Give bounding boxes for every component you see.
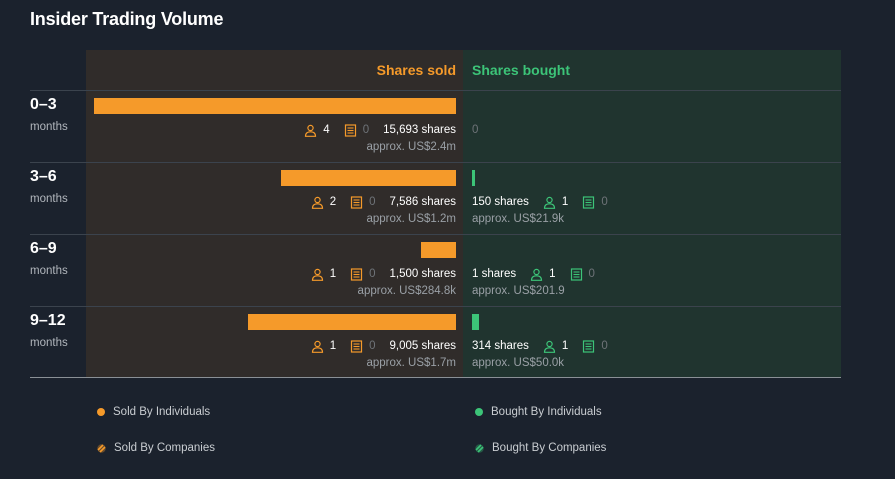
bought-zero: 0 xyxy=(472,124,479,136)
sold-companies-count: 0 xyxy=(369,340,376,352)
sold-companies-count: 0 xyxy=(362,124,370,136)
sold-approx-value: approx. US$2.4m xyxy=(366,141,457,153)
bought-approx-value: approx. US$201.9 xyxy=(472,285,565,297)
sold-shares: 15,693 shares xyxy=(383,124,456,136)
sold-bar xyxy=(94,98,456,114)
period-label: 0–3 xyxy=(30,96,57,113)
sold-approx-value: approx. US$284.8k xyxy=(357,285,456,297)
sold-individuals-count: 1 xyxy=(329,340,337,352)
period-row: 3–6 months 2 0 7,586 shares approx. US$1… xyxy=(30,163,841,235)
shares-bought-header: Shares bought xyxy=(472,62,571,78)
person-icon xyxy=(311,268,324,281)
period-unit: months xyxy=(30,265,68,277)
sold-stats: 4 0 15,693 shares xyxy=(304,122,456,138)
sold-individuals-count: 4 xyxy=(323,124,330,136)
legend-label: Bought By Individuals xyxy=(491,406,602,418)
bought-shares: 314 shares xyxy=(472,340,529,352)
period-unit: months xyxy=(30,193,68,205)
person-icon xyxy=(311,340,324,353)
sold-shares: 1,500 shares xyxy=(389,268,457,280)
sold-bar xyxy=(281,170,456,186)
building-icon xyxy=(570,267,583,281)
insider-trading-chart: Shares sold Shares bought 0–3 months 4 0… xyxy=(30,50,841,378)
period-row: 0–3 months 4 0 15,693 shares approx. US$… xyxy=(30,91,841,163)
sold-shares: 7,586 shares xyxy=(389,196,457,208)
period-unit: months xyxy=(30,121,68,133)
legend-sold-companies[interactable]: Sold By Companies xyxy=(97,442,215,454)
period-row: 6–9 months 1 0 1,500 shares approx. US$2… xyxy=(30,235,841,307)
chart-title: Insider Trading Volume xyxy=(30,9,224,29)
period-label: 9–12 xyxy=(30,312,66,329)
legend-bought-companies[interactable]: Bought By Companies xyxy=(475,442,606,454)
person-icon xyxy=(543,196,556,209)
building-icon xyxy=(350,339,363,353)
person-icon xyxy=(304,124,317,137)
hatched-orange-icon xyxy=(97,443,106,453)
bought-companies-count: 0 xyxy=(601,340,608,352)
sold-stats: 1 0 9,005 shares xyxy=(311,338,456,354)
person-icon xyxy=(530,268,543,281)
bought-stats: 0 xyxy=(472,122,478,138)
building-icon xyxy=(582,339,595,353)
bought-approx-value: approx. US$21.9k xyxy=(472,213,565,225)
legend-sold-individuals[interactable]: Sold By Individuals xyxy=(97,406,210,418)
sold-bar xyxy=(421,242,456,258)
legend-label: Sold By Companies xyxy=(114,442,215,454)
bought-companies-count: 0 xyxy=(588,268,595,280)
bought-stats: 314 shares 1 0 xyxy=(472,338,608,354)
bought-stats: 150 shares 1 0 xyxy=(472,194,608,210)
sold-companies-count: 0 xyxy=(369,196,376,208)
bought-individuals-count: 1 xyxy=(549,268,556,280)
period-unit: months xyxy=(30,337,68,349)
bought-companies-count: 0 xyxy=(601,196,608,208)
sold-companies-count: 0 xyxy=(369,268,376,280)
sold-stats: 1 0 1,500 shares xyxy=(311,266,456,282)
building-icon xyxy=(344,123,357,137)
orange-dot-icon xyxy=(97,408,105,416)
sold-individuals-count: 2 xyxy=(329,196,337,208)
sold-individuals-count: 1 xyxy=(329,268,337,280)
person-icon xyxy=(311,196,324,209)
sold-shares: 9,005 shares xyxy=(389,340,457,352)
building-icon xyxy=(582,195,595,209)
legend-label: Sold By Individuals xyxy=(113,406,211,418)
person-icon xyxy=(543,340,556,353)
sold-approx-value: approx. US$1.2m xyxy=(366,213,457,225)
sold-bar xyxy=(248,314,456,330)
green-dot-icon xyxy=(475,408,483,416)
sold-stats: 2 0 7,586 shares xyxy=(311,194,456,210)
bought-shares: 150 shares xyxy=(472,196,529,208)
sold-approx-value: approx. US$1.7m xyxy=(366,357,457,369)
building-icon xyxy=(350,267,363,281)
building-icon xyxy=(350,195,363,209)
legend-bought-individuals[interactable]: Bought By Individuals xyxy=(475,406,602,418)
bought-shares: 1 shares xyxy=(472,268,517,280)
bought-individuals-count: 1 xyxy=(561,340,569,352)
hatched-green-icon xyxy=(475,443,484,453)
bought-bar xyxy=(472,170,476,186)
legend-label: Bought By Companies xyxy=(492,442,607,454)
bought-approx-value: approx. US$50.0k xyxy=(472,357,565,369)
bought-stats: 1 shares 1 0 xyxy=(472,266,595,282)
period-label: 6–9 xyxy=(30,240,57,257)
period-row: 9–12 months 1 0 9,005 shares approx. US$… xyxy=(30,307,841,379)
bought-individuals-count: 1 xyxy=(561,196,569,208)
shares-sold-header: Shares sold xyxy=(376,62,456,78)
period-label: 3–6 xyxy=(30,168,57,185)
bought-bar xyxy=(472,314,480,330)
